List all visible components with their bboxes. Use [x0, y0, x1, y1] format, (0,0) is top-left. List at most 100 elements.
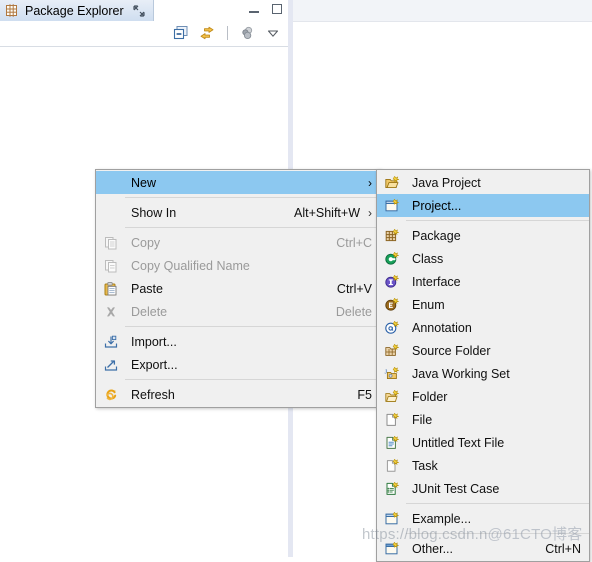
menu-item-accelerator: Ctrl+V — [336, 281, 372, 296]
package-icon — [377, 224, 406, 247]
menu-item-task[interactable]: Task — [377, 454, 589, 477]
menu-item-folder[interactable]: Folder — [377, 385, 589, 408]
menu-item-label: Delete — [131, 304, 168, 319]
menu-icon-slot — [96, 171, 125, 194]
menu-item-label: Java Working Set — [412, 366, 510, 381]
close-icon[interactable] — [131, 3, 147, 19]
menu-item-label: Source Folder — [412, 343, 491, 358]
tab-package-explorer[interactable]: Package Explorer — [0, 0, 154, 21]
view-tabstrip: Package Explorer — [0, 0, 288, 21]
menu-item-copy-qualified-name[interactable]: Copy Qualified Name — [96, 254, 380, 277]
menu-item-label: Paste — [131, 281, 163, 296]
project-icon — [377, 194, 406, 217]
menu-item-label: Refresh — [131, 387, 175, 402]
paste-icon — [96, 277, 125, 300]
editor-tabstrip — [293, 0, 592, 22]
menu-item-label: Enum — [412, 297, 445, 312]
menu-item-java-project[interactable]: Java Project — [377, 171, 589, 194]
menu-item-label: Untitled Text File — [412, 435, 505, 450]
menu-item-package[interactable]: Package — [377, 224, 589, 247]
menu-item-export[interactable]: Export... — [96, 353, 380, 376]
context-menu: New › Show In Alt+Shift+W › Copy Ctrl+C … — [95, 169, 381, 408]
menu-item-label: Show In — [131, 205, 177, 220]
toolbar-separator — [227, 26, 228, 40]
menu-item-accelerator: Ctrl+C — [336, 235, 372, 250]
menu-separator — [125, 326, 380, 327]
menu-item-label: New — [131, 175, 157, 190]
collapse-all-icon[interactable] — [173, 25, 190, 42]
menu-item-accelerator: Ctrl+N — [545, 541, 581, 556]
junit-test-case-icon — [377, 477, 406, 500]
menu-separator — [125, 197, 380, 198]
menu-item-interface[interactable]: Interface — [377, 270, 589, 293]
package-explorer-icon — [4, 3, 20, 19]
menu-item-refresh[interactable]: Refresh F5 — [96, 383, 380, 406]
java-working-set-icon: J — [377, 362, 406, 385]
menu-item-accelerator: Delete — [335, 304, 372, 319]
menu-item-label: Folder — [412, 389, 448, 404]
menu-item-label: Copy Qualified Name — [131, 258, 250, 273]
menu-item-paste[interactable]: Paste Ctrl+V — [96, 277, 380, 300]
minimize-icon[interactable] — [248, 3, 261, 16]
menu-item-label: Export... — [131, 357, 178, 372]
menu-item-java-working-set[interactable]: J Java Working Set — [377, 362, 589, 385]
menu-item-new[interactable]: New › — [96, 171, 380, 194]
class-icon — [377, 247, 406, 270]
menu-item-untitled-text-file[interactable]: Untitled Text File — [377, 431, 589, 454]
view-controls — [248, 3, 284, 16]
menu-separator — [406, 220, 589, 221]
view-tab-label: Package Explorer — [25, 3, 124, 18]
eclipse-workbench: Package Explorer New › Show In Alt+Shift… — [0, 0, 592, 562]
menu-separator — [125, 227, 380, 228]
menu-item-example[interactable]: Example... — [377, 507, 589, 530]
menu-item-import[interactable]: Import... — [96, 330, 380, 353]
menu-item-label: Package — [412, 228, 461, 243]
task-icon — [377, 454, 406, 477]
delete-icon — [96, 300, 125, 323]
example-icon — [377, 507, 406, 530]
menu-item-file[interactable]: File — [377, 408, 589, 431]
java-project-icon — [377, 171, 406, 194]
folder-icon — [377, 385, 406, 408]
untitled-text-file-icon — [377, 431, 406, 454]
menu-separator — [406, 503, 589, 504]
menu-item-label: Example... — [412, 511, 472, 526]
menu-item-label: Project... — [412, 198, 462, 213]
menu-item-copy[interactable]: Copy Ctrl+C — [96, 231, 380, 254]
menu-icon-slot — [96, 201, 125, 224]
menu-item-project[interactable]: Project... — [377, 194, 589, 217]
menu-item-label: Import... — [131, 334, 177, 349]
export-icon — [96, 353, 125, 376]
focus-on-active-task-icon[interactable] — [239, 25, 256, 42]
menu-item-label: Copy — [131, 235, 161, 250]
menu-item-junit-test-case[interactable]: JUnit Test Case — [377, 477, 589, 500]
menu-item-source-folder[interactable]: Source Folder — [377, 339, 589, 362]
menu-item-label: Java Project — [412, 175, 481, 190]
menu-item-label: Interface — [412, 274, 461, 289]
maximize-icon[interactable] — [271, 3, 284, 16]
link-with-editor-icon[interactable] — [199, 25, 216, 42]
menu-item-class[interactable]: Class — [377, 247, 589, 270]
menu-item-label: Annotation — [412, 320, 472, 335]
annotation-icon — [377, 316, 406, 339]
menu-separator — [406, 533, 589, 534]
menu-separator — [125, 379, 380, 380]
import-icon — [96, 330, 125, 353]
menu-item-annotation[interactable]: Annotation — [377, 316, 589, 339]
view-toolbar — [0, 21, 288, 46]
menu-item-accelerator: Alt+Shift+W — [294, 205, 360, 220]
file-icon — [377, 408, 406, 431]
interface-icon — [377, 270, 406, 293]
menu-item-delete[interactable]: Delete Delete — [96, 300, 380, 323]
menu-item-enum[interactable]: Enum — [377, 293, 589, 316]
menu-item-label: File — [412, 412, 433, 427]
new-submenu: Java Project Project... Package Class In… — [376, 169, 590, 562]
menu-item-label: Task — [412, 458, 438, 473]
menu-item-label: Class — [412, 251, 444, 266]
refresh-icon — [96, 383, 125, 406]
copy-icon — [96, 231, 125, 254]
menu-item-show-in[interactable]: Show In Alt+Shift+W › — [96, 201, 380, 224]
enum-icon — [377, 293, 406, 316]
view-menu-icon[interactable] — [265, 25, 282, 42]
copy-qualified-name-icon — [96, 254, 125, 277]
